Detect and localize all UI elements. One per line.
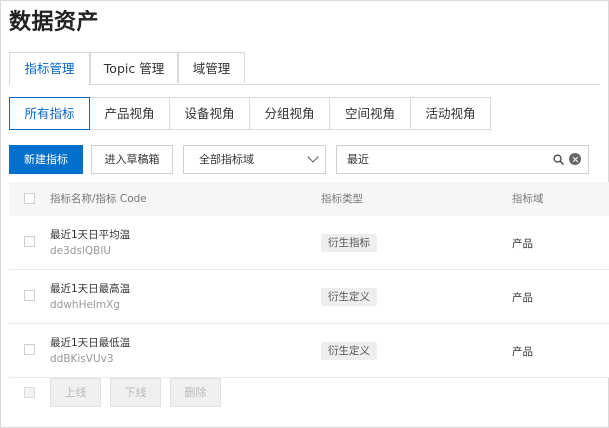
tab-domain-management[interactable]: 域管理 (178, 52, 245, 83)
search-value: 最近 (347, 153, 369, 166)
header-type: 指标类型 (321, 193, 363, 205)
tab-metric-management[interactable]: 指标管理 (9, 52, 90, 85)
metric-name[interactable]: 最近1天日最低温 (50, 335, 130, 350)
metric-code: ddBKisVUv3 (50, 353, 114, 365)
metric-domain: 产品 (512, 292, 533, 304)
metric-domain: 产品 (512, 346, 533, 358)
row-checkbox[interactable] (24, 290, 35, 301)
chevron-down-icon (307, 151, 319, 163)
table-row: 最近1天日最低温 ddBKisVUv3 衍生定义 产品 (9, 324, 609, 378)
offline-button[interactable]: 下线 (110, 378, 161, 407)
metric-name[interactable]: 最近1天日平均温 (50, 227, 130, 242)
row-checkbox[interactable] (24, 344, 35, 355)
metric-type-tag: 衍生定义 (321, 288, 377, 306)
domain-select-value: 全部指标域 (199, 153, 254, 166)
metric-code: ddwhHelmXg (50, 299, 120, 311)
drafts-button[interactable]: 进入草稿箱 (91, 145, 173, 174)
metric-name[interactable]: 最近1天日最高温 (50, 281, 130, 296)
view-group[interactable]: 分组视角 (249, 97, 330, 130)
view-all-metrics[interactable]: 所有指标 (9, 97, 90, 130)
clear-icon[interactable] (569, 153, 581, 165)
online-button[interactable]: 上线 (50, 378, 101, 407)
table-row: 最近1天日平均温 de3dslQBIU 衍生指标 产品 (9, 216, 609, 270)
view-product[interactable]: 产品视角 (89, 97, 170, 130)
metric-type-tag: 衍生定义 (321, 342, 377, 360)
new-metric-button[interactable]: 新建指标 (9, 145, 83, 174)
metric-type-tag: 衍生指标 (321, 234, 377, 252)
delete-button[interactable]: 删除 (170, 378, 221, 407)
header-name: 指标名称/指标 Code (50, 193, 147, 205)
header-domain: 指标域 (512, 193, 544, 205)
view-activity[interactable]: 活动视角 (410, 97, 491, 130)
metric-domain: 产品 (512, 238, 533, 250)
batch-select-checkbox[interactable] (24, 387, 35, 398)
search-icon[interactable] (553, 154, 564, 165)
metric-code: de3dslQBIU (50, 245, 112, 257)
view-device[interactable]: 设备视角 (169, 97, 250, 130)
tab-topic-management[interactable]: Topic 管理 (90, 52, 178, 83)
row-checkbox[interactable] (24, 236, 35, 247)
tab-bar: 指标管理 Topic 管理 域管理 (9, 52, 600, 85)
select-all-checkbox[interactable] (24, 193, 35, 204)
search-input[interactable]: 最近 (336, 145, 589, 174)
view-space[interactable]: 空间视角 (329, 97, 411, 130)
domain-select[interactable]: 全部指标域 (183, 145, 326, 174)
page-title: 数据资产 (9, 10, 100, 35)
table-header: 指标名称/指标 Code 指标类型 指标域 (9, 182, 609, 217)
table-row: 最近1天日最高温 ddwhHelmXg 衍生定义 产品 (9, 270, 609, 324)
